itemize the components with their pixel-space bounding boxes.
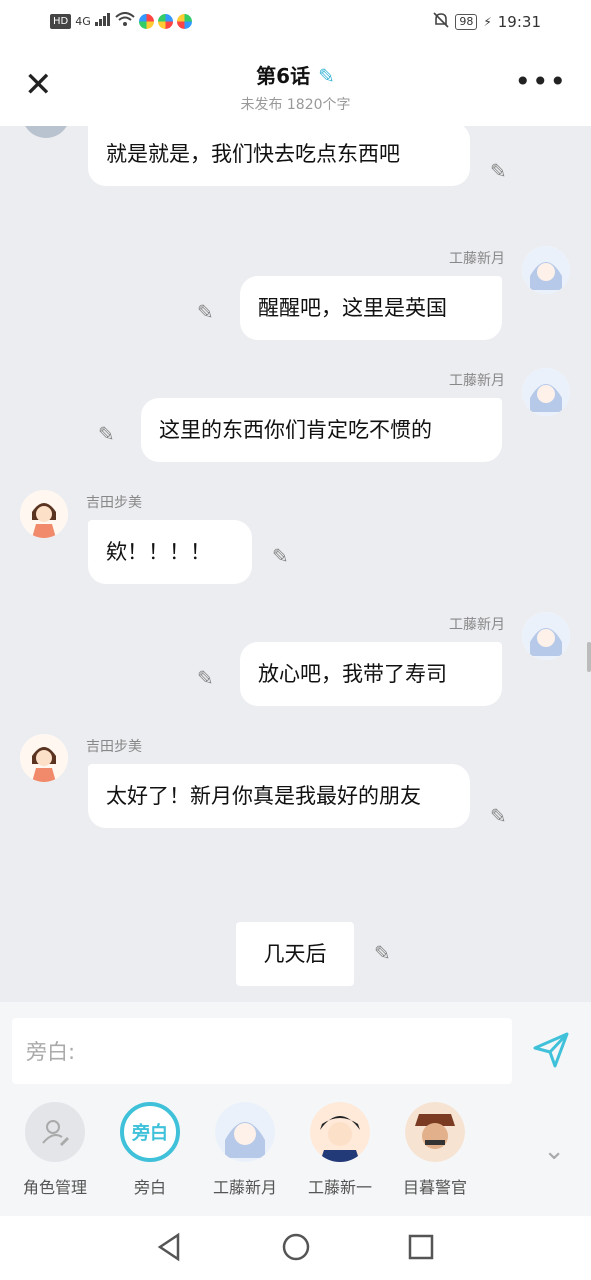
message-bubble[interactable]: 欸！！！！ — [88, 520, 252, 584]
avatar — [215, 1102, 275, 1162]
title-area: 第6话 ✎ — [0, 60, 591, 89]
avatar[interactable] — [522, 612, 570, 660]
edit-message-icon[interactable]: ✎ — [374, 941, 391, 965]
speaker-name: 工藤新月 — [449, 373, 505, 389]
send-icon[interactable] — [531, 1030, 571, 1070]
system-nav-bar — [0, 1216, 591, 1280]
app-header: ✕ 第6话 ✎ 未发布 1820个字 ••• — [0, 46, 591, 126]
message-input[interactable]: 旁白: — [12, 1018, 512, 1084]
edit-message-icon[interactable]: ✎ — [197, 666, 214, 690]
network-type: 4G — [75, 14, 91, 28]
hd-indicator: HD — [50, 13, 72, 29]
back-nav-icon[interactable] — [156, 1232, 182, 1268]
role-manage[interactable]: 角色管理 — [10, 1102, 100, 1198]
status-right: 98 ⚡ 19:31 — [433, 12, 541, 32]
role-label: 角色管理 — [22, 1178, 87, 1197]
role-character[interactable]: 工藤新一 — [295, 1102, 385, 1198]
narration-badge-text: 旁白 — [132, 1123, 168, 1144]
chat-area[interactable]: 就是就是，我们快去吃点东西吧 ✎ 工藤新月 醒醒吧，这里是英国 ✎ 工藤新月 这… — [0, 126, 591, 1002]
avatar[interactable] — [20, 490, 68, 538]
role-label: 工藤新一 — [307, 1178, 372, 1197]
role-character[interactable]: 工藤新月 — [200, 1102, 290, 1198]
role-label: 工藤新月 — [212, 1178, 277, 1197]
speaker-name: 工藤新月 — [449, 617, 505, 633]
page-title: 第6话 — [256, 64, 311, 88]
message-text: 太好了！新月你真是我最好的朋友 — [106, 784, 421, 808]
message-text: 这里的东西你们肯定吃不惯的 — [159, 418, 432, 442]
role-label: 旁白 — [133, 1178, 166, 1197]
message-text: 醒醒吧，这里是英国 — [258, 296, 447, 320]
avatar[interactable] — [20, 734, 68, 782]
edit-message-icon[interactable]: ✎ — [98, 422, 115, 446]
charging-icon: ⚡ — [483, 15, 492, 29]
message-bubble[interactable]: 放心吧，我带了寿司 — [240, 642, 502, 706]
edit-message-icon[interactable]: ✎ — [490, 804, 507, 828]
signal-icon — [94, 12, 111, 30]
avatar[interactable] — [522, 368, 570, 416]
edit-message-icon[interactable]: ✎ — [272, 544, 289, 568]
more-icon[interactable]: ••• — [514, 68, 567, 96]
word-count-subtitle: 未发布 1820个字 — [240, 97, 351, 113]
message-bubble[interactable]: 就是就是，我们快去吃点东西吧 — [88, 126, 470, 186]
status-bar: HD 4G 98 ⚡ 19:31 — [0, 0, 591, 46]
role-narration[interactable]: 旁白 旁白 — [105, 1102, 195, 1198]
speaker-name: 吉田步美 — [86, 495, 142, 511]
message-bubble[interactable]: 醒醒吧，这里是英国 — [240, 276, 502, 340]
avatar — [405, 1102, 465, 1162]
person-edit-icon — [25, 1102, 85, 1162]
speaker-name: 工藤新月 — [449, 251, 505, 267]
home-nav-icon[interactable] — [281, 1232, 311, 1268]
narration-text: 几天后 — [263, 942, 327, 966]
edit-message-icon[interactable]: ✎ — [490, 159, 507, 183]
scrollbar[interactable] — [587, 642, 591, 672]
speaker-name: 吉田步美 — [86, 739, 142, 755]
recents-nav-icon[interactable] — [408, 1232, 434, 1268]
edit-title-icon[interactable]: ✎ — [318, 64, 335, 88]
avatar — [310, 1102, 370, 1162]
message-text: 放心吧，我带了寿司 — [258, 662, 447, 686]
narration-bubble[interactable]: 几天后 — [236, 922, 354, 986]
app-notification-icon — [138, 13, 154, 29]
narration-badge: 旁白 — [120, 1102, 180, 1162]
role-label: 目暮警官 — [402, 1178, 467, 1197]
status-left: HD 4G — [50, 12, 192, 30]
wifi-icon — [115, 12, 135, 30]
chevron-down-icon[interactable]: ⌄ — [543, 1136, 565, 1166]
message-bubble[interactable]: 太好了！新月你真是我最好的朋友 — [88, 764, 470, 828]
clock: 19:31 — [497, 13, 541, 31]
app-notification-icon — [157, 13, 173, 29]
message-bubble[interactable]: 这里的东西你们肯定吃不惯的 — [141, 398, 502, 462]
role-selector: 角色管理 旁白 旁白 工藤新月 工藤新一 目暮警官 ⌄ — [0, 1090, 591, 1216]
message-text: 欸！！！！ — [106, 540, 211, 564]
app-notification-icon — [176, 13, 192, 29]
avatar[interactable] — [522, 246, 570, 294]
mute-bell-icon — [433, 12, 449, 32]
composer: 旁白: — [0, 1002, 591, 1090]
role-character[interactable]: 目暮警官 — [390, 1102, 480, 1198]
message-text: 就是就是，我们快去吃点东西吧 — [106, 142, 400, 166]
edit-message-icon[interactable]: ✎ — [197, 300, 214, 324]
avatar[interactable] — [22, 126, 70, 138]
battery-level: 98 — [455, 14, 478, 30]
